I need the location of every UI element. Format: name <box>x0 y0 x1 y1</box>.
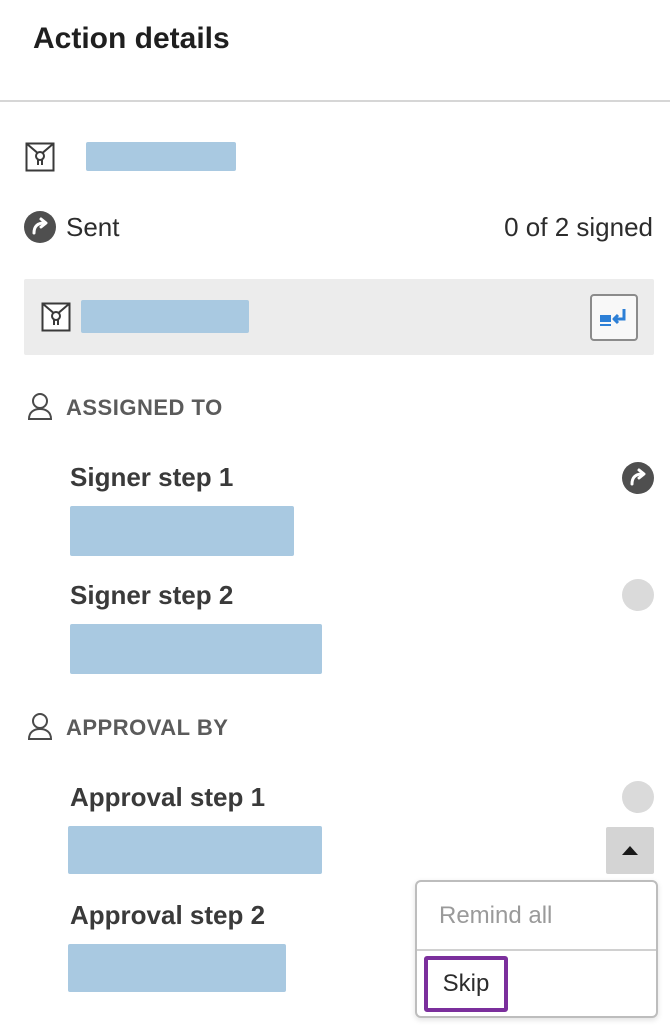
approval-step-1-label: Approval step 1 <box>70 782 266 812</box>
signer-2-redacted <box>70 624 322 674</box>
panel-header: Action details <box>0 0 670 102</box>
approver-2-redacted <box>68 944 286 992</box>
signer-1-redacted <box>70 506 294 556</box>
actions-menu-toggle[interactable] <box>606 827 654 874</box>
certificate-envelope-icon <box>41 302 71 332</box>
menu-divider <box>417 949 656 951</box>
pending-status-icon <box>622 781 654 813</box>
action-details-panel: Action details Sent 0 of 2 signed ASSIGN… <box>0 0 670 1032</box>
agreement-name-redacted <box>86 142 236 171</box>
signer-step-1-label: Signer step 1 <box>70 462 234 492</box>
file-name-redacted <box>81 300 249 333</box>
person-icon <box>27 392 53 425</box>
status-text: Sent <box>66 212 120 242</box>
forward-arrow-icon <box>24 211 56 243</box>
assigned-to-heading: ASSIGNED TO <box>66 395 223 420</box>
menu-item-skip[interactable]: Skip <box>424 956 508 1012</box>
approval-by-heading: APPROVAL BY <box>66 715 229 740</box>
approval-step-2-label: Approval step 2 <box>70 900 266 930</box>
replace-document-button[interactable] <box>590 294 638 341</box>
panel-title: Action details <box>33 22 230 55</box>
sent-status-icon <box>622 462 654 494</box>
person-icon <box>27 712 53 745</box>
actions-dropdown-menu: Remind all Skip <box>415 880 658 1018</box>
certificate-envelope-icon <box>25 142 55 172</box>
menu-item-remind-all[interactable]: Remind all <box>439 902 552 930</box>
caret-up-icon <box>622 846 638 855</box>
replace-document-icon <box>600 308 626 326</box>
signed-count: 0 of 2 signed <box>504 212 653 242</box>
agreement-file-box <box>24 279 654 355</box>
signer-step-2-label: Signer step 2 <box>70 580 234 610</box>
pending-status-icon <box>622 579 654 611</box>
approver-1-redacted <box>68 826 322 874</box>
